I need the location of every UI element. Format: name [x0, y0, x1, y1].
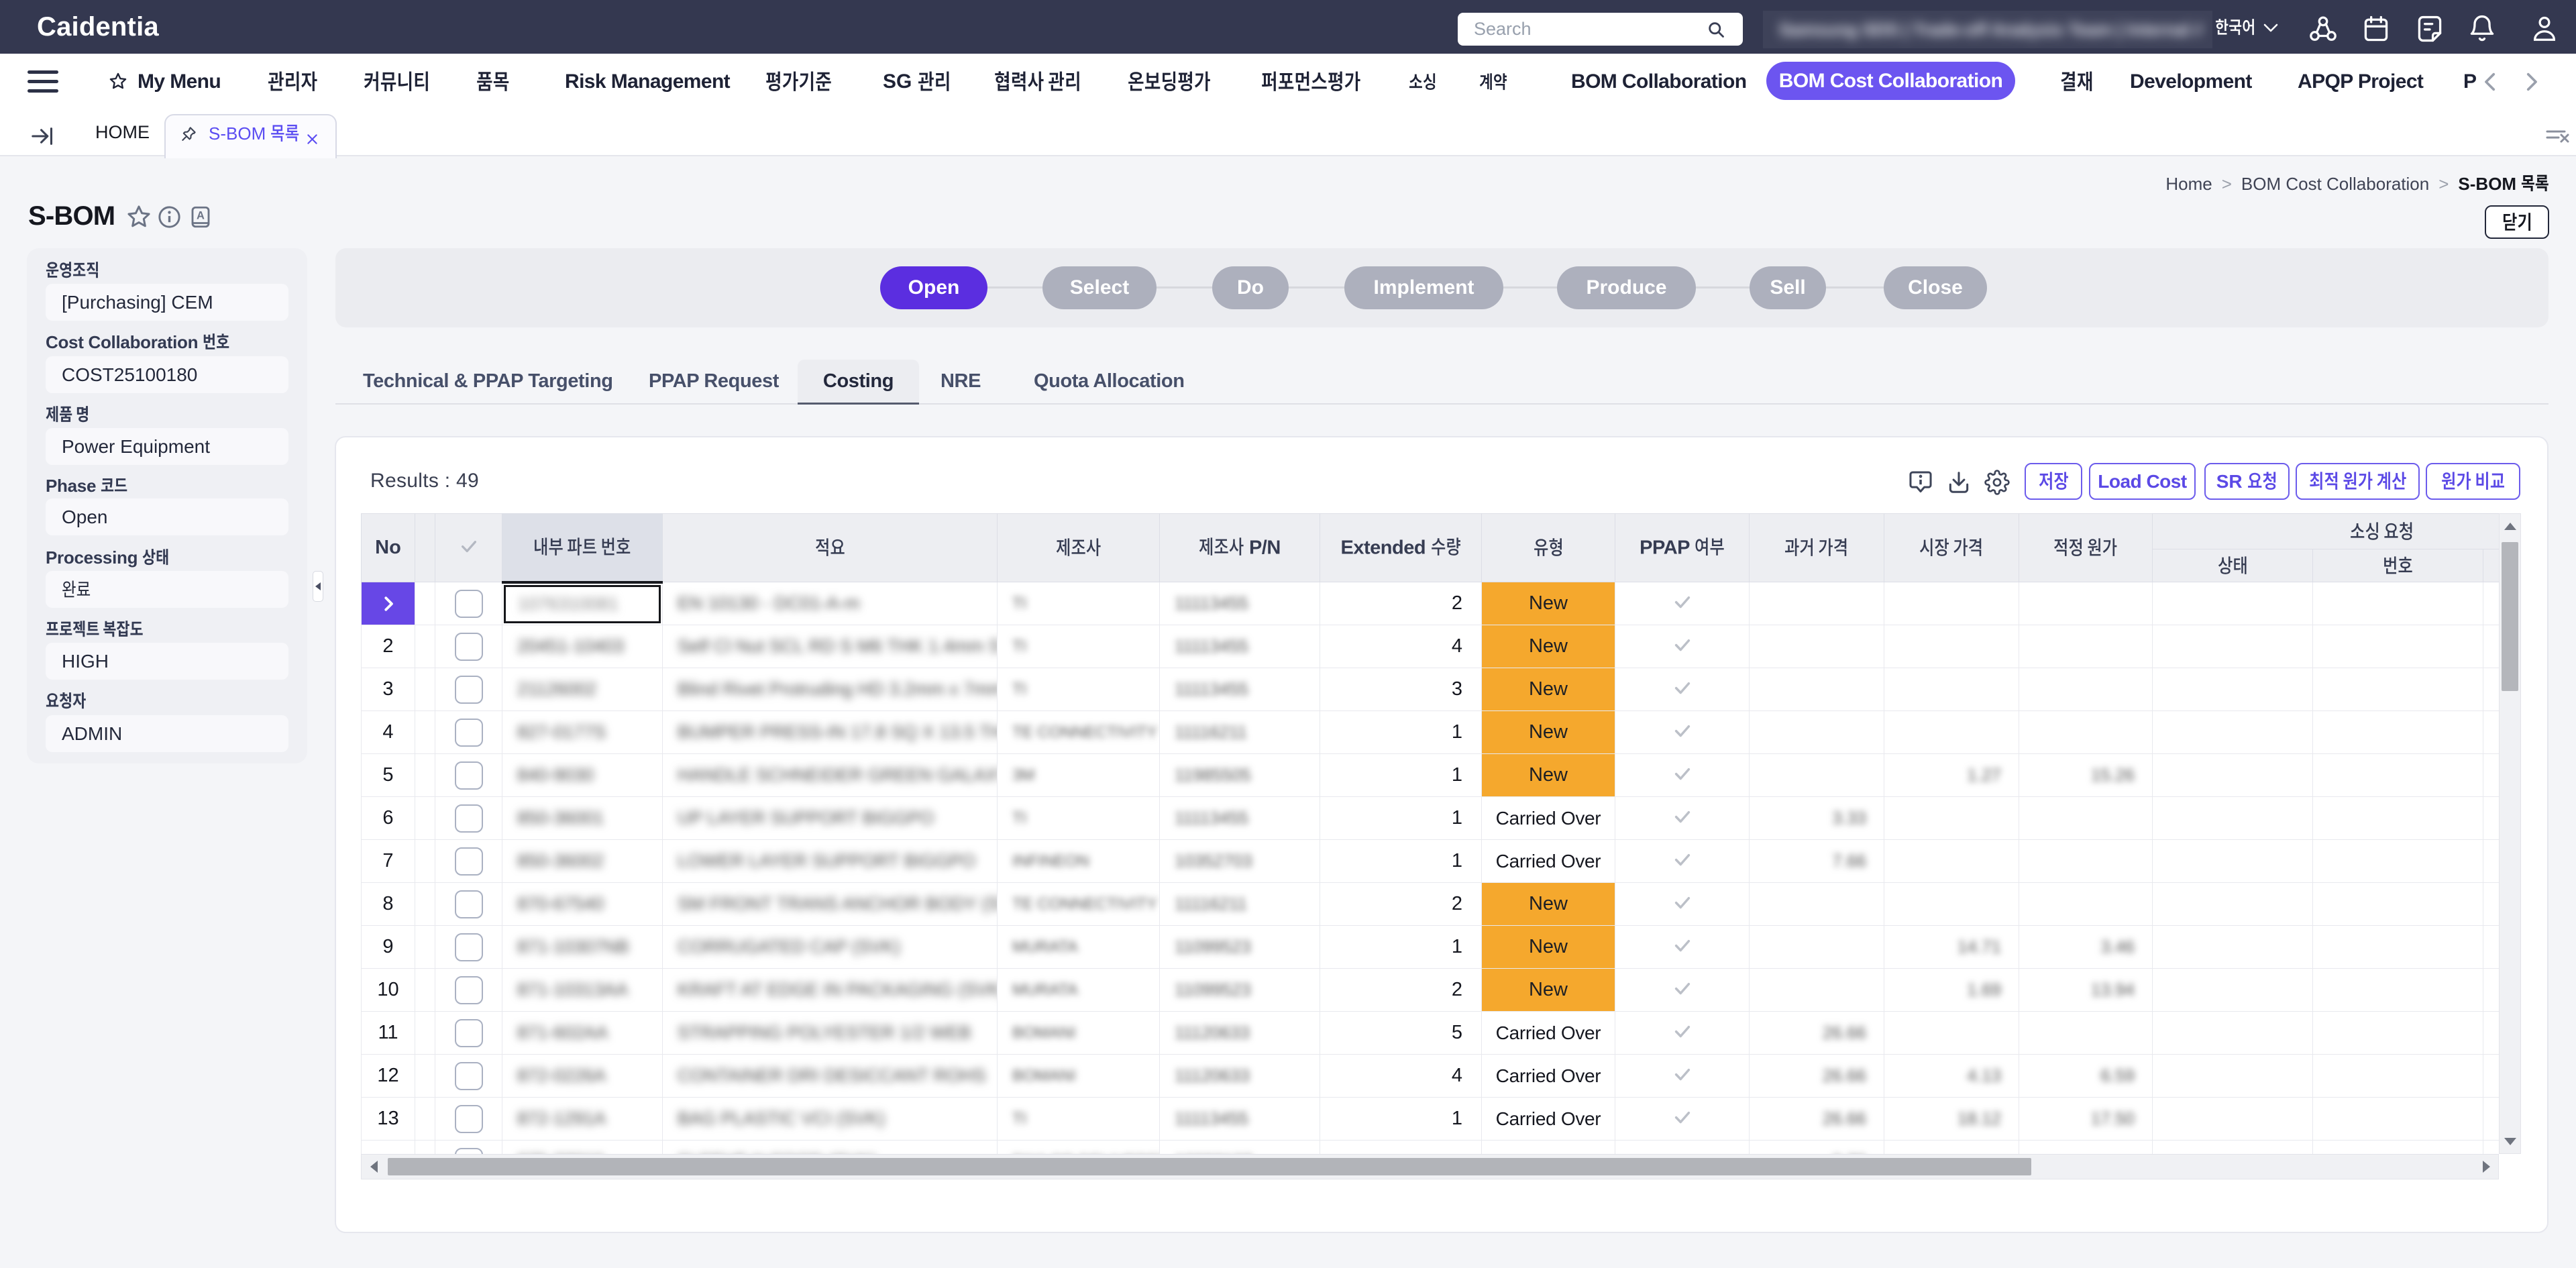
svg-text:A: A	[197, 210, 205, 222]
